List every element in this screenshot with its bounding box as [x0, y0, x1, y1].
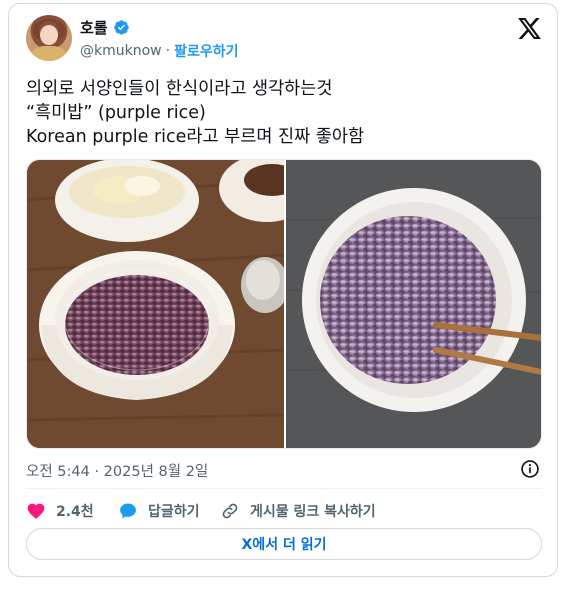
- author-handle[interactable]: @kmuknow: [80, 43, 162, 59]
- author-name-row[interactable]: 호롤: [80, 17, 130, 38]
- post-text: 의외로 서양인들이 한식이라고 생각하는것 “흑미밥” (purple rice…: [26, 77, 546, 149]
- read-more-on-x-button[interactable]: X에서 더 읽기: [26, 528, 542, 560]
- author-display-name[interactable]: 호롤: [80, 17, 108, 38]
- post-text-line-1: 의외로 서양인들이 한식이라고 생각하는것: [26, 79, 333, 99]
- separator-dot: ·: [165, 43, 171, 59]
- reply-label: 답글하기: [148, 504, 200, 520]
- rice-bowl-photo-left[interactable]: [27, 160, 284, 448]
- avatar[interactable]: [26, 15, 72, 61]
- like-button[interactable]: 2.4천: [26, 501, 118, 521]
- reply-button[interactable]: 답글하기: [118, 501, 220, 521]
- reply-icon: [120, 503, 136, 519]
- info-icon[interactable]: [520, 459, 540, 479]
- x-logo-icon[interactable]: [518, 18, 541, 39]
- copy-link-label: 게시물 링크 복사하기: [250, 504, 376, 520]
- post-text-line-2: “흑미밥” (purple rice): [26, 103, 206, 123]
- embedded-post-card: 호롤 @kmuknow · 팔로우하기 의외로 서양인들이 한식이라고 생각하는…: [8, 3, 558, 577]
- follow-button[interactable]: 팔로우하기: [174, 41, 238, 61]
- heart-icon: [27, 503, 45, 519]
- link-icon: [222, 503, 238, 519]
- post-text-line-3: Korean purple rice라고 부르며 진짜 좋아함: [26, 127, 365, 147]
- post-media-grid: [26, 159, 542, 449]
- like-count: 2.4천: [56, 504, 94, 520]
- divider: [26, 488, 542, 489]
- post-timestamp[interactable]: 오전 5:44 · 2025년 8월 2일: [26, 460, 208, 481]
- verified-badge-icon: [113, 20, 129, 35]
- rice-bowl-photo-right[interactable]: [286, 160, 541, 448]
- author-handle-row: @kmuknow · 팔로우하기: [80, 41, 238, 61]
- post-actions: 2.4천 답글하기 게시물 링크 복사하기: [26, 498, 376, 524]
- copy-link-button[interactable]: 게시물 링크 복사하기: [220, 501, 376, 521]
